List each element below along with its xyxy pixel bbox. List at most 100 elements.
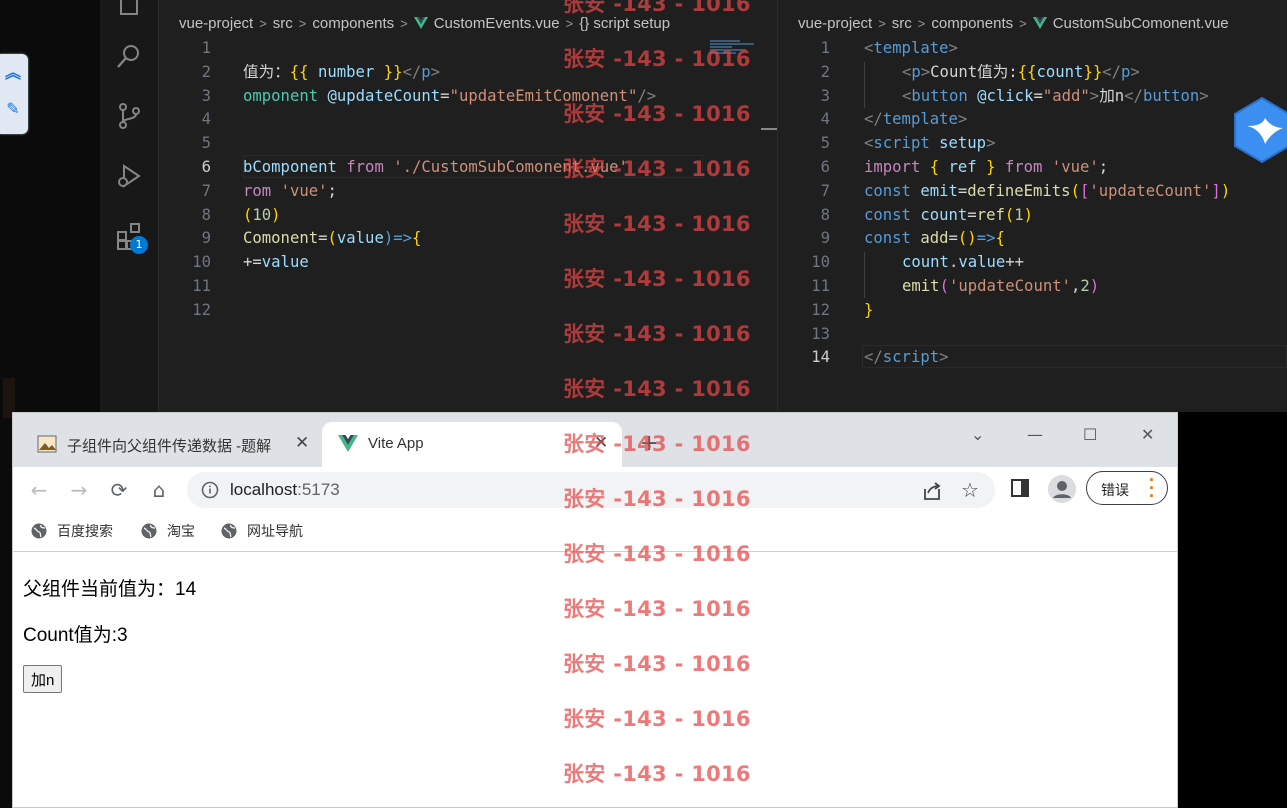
code-line-3: omponent @updateCount="updateEmitComonen… [243,86,657,105]
close-tab-icon[interactable]: ✕ [594,433,608,453]
browser-tab-vite-app[interactable]: Vite App ✕ [322,422,622,467]
bookmark-star-icon[interactable]: ☆ [961,478,979,502]
code-line-6: bComponent from './CustomSubComonent.vue… [243,158,628,176]
more-menu-icon[interactable]: · · · [1149,471,1155,505]
profile-avatar-icon[interactable] [1048,475,1076,503]
code-line-9: const add=()=>{ [864,229,1005,248]
minimap[interactable] [710,40,760,60]
extensions-badge: 1 [130,236,148,254]
breadcrumb-item[interactable]: vue-project [179,15,253,32]
chevron-right-icon: > [565,15,574,31]
line-number: 12 [192,300,211,319]
line-number: 12 [811,300,830,319]
share-icon[interactable] [921,480,943,502]
address-bar[interactable]: localhost:5173 ☆ [187,472,995,508]
code-line-6: import { ref } from 'vue'; [864,158,1109,176]
line-number: 7 [820,181,830,200]
browser-toolbar: ← → ⟳ ⌂ localhost:5173 ☆ 错误 · · · [13,467,1177,513]
breadcrumb-file[interactable]: CustomEvents.vue [434,15,560,32]
line-number: 1 [201,39,211,57]
breadcrumb-item[interactable]: src [273,15,293,32]
code-line-10: +=value [243,253,309,272]
globe-icon [141,523,157,539]
minimize-button[interactable]: — [1027,425,1043,444]
tab-title: Vite App [368,435,424,452]
line-number: 8 [820,205,830,224]
breadcrumb-item[interactable]: components [312,15,394,32]
chevron-right-icon: > [878,15,886,31]
line-number: 11 [811,277,830,295]
reload-icon[interactable]: ⟳ [107,478,131,502]
close-window-button[interactable]: ✕ [1141,425,1154,444]
line-number: 10 [192,253,211,272]
vue-file-icon [1032,17,1047,30]
bookmark-label: 淘宝 [167,523,195,539]
line-number: 10 [811,253,830,272]
bird-app-icon[interactable] [1233,96,1287,164]
breadcrumb-item[interactable]: vue-project [798,15,872,32]
code-line-11: emit('updateCount',2) [902,277,1100,295]
url-host: localhost [230,480,298,499]
bookmark-baidu[interactable]: 百度搜索 [31,521,113,541]
tab-search-icon[interactable]: ⌄ [971,425,984,444]
line-number: 3 [201,86,211,105]
editor-pane-custom-events[interactable]: vue-project > src > components > CustomEvents.… [159,0,777,412]
indent-guide [864,252,865,298]
bookmark-nav[interactable]: 网址导航 [221,521,303,541]
browser-tab-solution[interactable]: 子组件向父组件传递数据 -题解 ✕ [27,422,317,467]
activity-bar: 1 [100,0,159,412]
new-tab-button[interactable]: + [640,431,658,456]
explorer-icon[interactable] [115,0,143,18]
url-port: :5173 [297,480,340,499]
vue-favicon-icon [338,435,358,452]
code-line-8: (10) [243,205,281,224]
bookmark-taobao[interactable]: 淘宝 [141,521,195,541]
floating-widget[interactable]: ︽ ✎ [0,54,28,134]
breadcrumb: vue-project > src > components > CustomSubComo… [798,14,1229,36]
chevron-right-icon: > [917,15,926,31]
browser-window: 子组件向父组件传递数据 -题解 ✕ Vite App ✕ + ⌄ — ☐ ✕ ←… [12,412,1178,808]
line-number: 6 [820,158,830,176]
breadcrumb-file[interactable]: CustomSubComonent.vue [1053,15,1229,32]
line-number: 4 [820,110,830,129]
breadcrumb-symbol[interactable]: {} script setup [579,15,670,32]
code-line-7: rom 'vue'; [243,181,337,200]
parent-value-text: 父组件当前值为：14 [23,579,197,600]
url-text[interactable]: localhost:5173 [230,480,340,500]
maximize-button[interactable]: ☐ [1083,425,1097,444]
error-button[interactable]: 错误 · · · [1086,471,1168,505]
error-label: 错误 [1101,482,1129,498]
source-control-icon[interactable] [115,102,143,130]
pin-icon[interactable]: ✎ [2,98,24,120]
add-n-button[interactable]: 加n [23,665,63,693]
line-number: 13 [811,324,830,343]
count-value-text: Count值为:3 [23,625,128,646]
scrollbar-marker[interactable] [761,128,777,130]
double-chevron-up-icon[interactable]: ︽ [2,62,24,84]
side-panel-icon[interactable] [1011,479,1029,497]
home-icon[interactable]: ⌂ [147,478,171,502]
breadcrumb-item[interactable]: src [892,15,912,32]
info-icon[interactable] [201,481,219,499]
code-line-9: Comonent=(value)=>{ [243,229,422,248]
back-arrow-icon[interactable]: ← [27,478,51,502]
run-debug-icon[interactable] [115,162,143,190]
code-line-12: } [864,300,874,319]
line-number: 9 [201,229,211,248]
code-line-10: count.value++ [902,253,1025,272]
close-tab-icon[interactable]: ✕ [295,433,309,453]
code-line-8: const count=ref(1) [864,205,1034,224]
editor-pane-custom-sub-component[interactable]: vue-project > src > components > CustomSubComo… [778,0,1287,412]
bookmark-label: 网址导航 [247,523,303,539]
tab-strip: 子组件向父组件传递数据 -题解 ✕ Vite App ✕ + ⌄ — ☐ ✕ [13,413,1177,467]
line-number-active: 14 [811,348,830,367]
forward-arrow-icon[interactable]: → [67,478,91,502]
breadcrumb-item[interactable]: components [931,15,1013,32]
tab-title: 子组件向父组件传递数据 -题解 [67,438,272,455]
line-number: 4 [201,110,211,129]
line-number: 5 [820,134,830,153]
code-line-4: </template> [864,110,968,129]
line-number: 2 [820,62,830,81]
line-number: 8 [201,205,211,224]
search-icon[interactable] [115,42,143,70]
